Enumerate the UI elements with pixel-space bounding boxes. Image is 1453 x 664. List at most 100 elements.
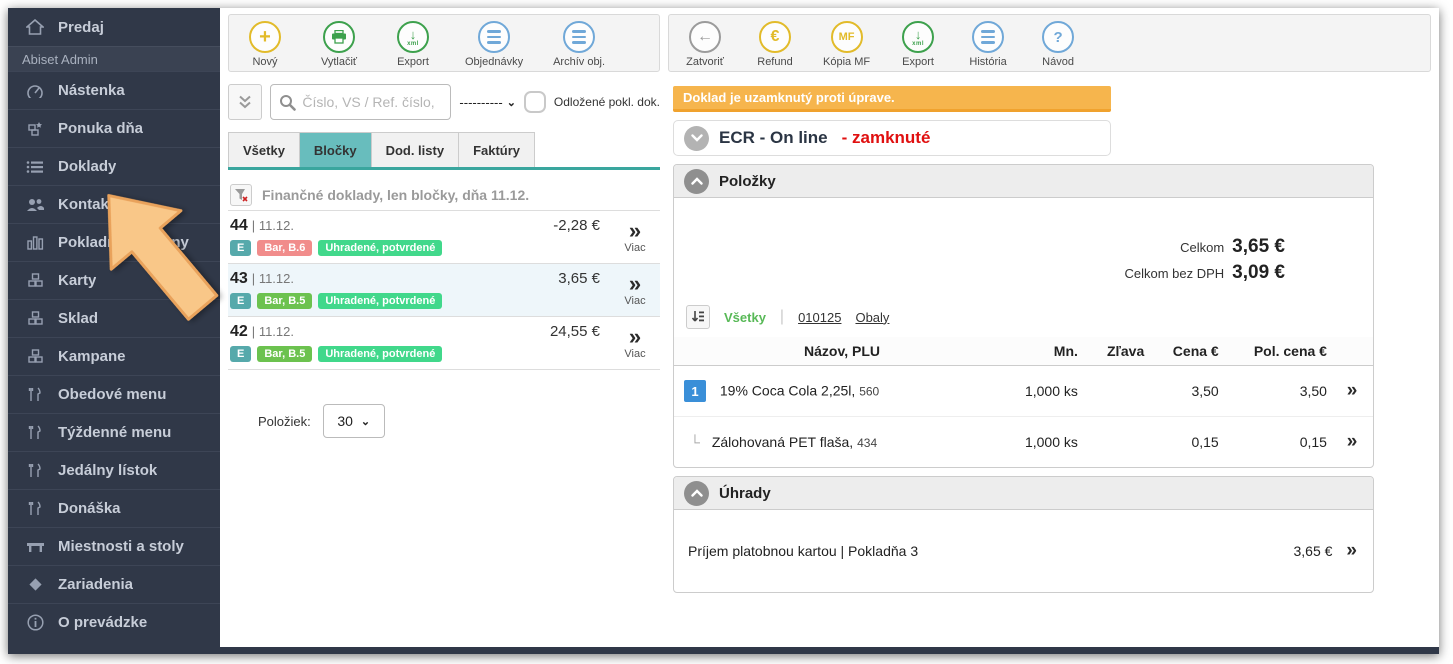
sort-button[interactable] bbox=[686, 305, 710, 329]
sidebar-item-pokladna-a-smeny[interactable]: Pokladňa a smeny bbox=[8, 223, 220, 261]
sidebar-item-label: Zariadenia bbox=[58, 576, 133, 593]
blocks-icon bbox=[22, 273, 48, 288]
document-row[interactable]: 42 | 11.12. 24,55 € E Bar, B.5 Uhradené,… bbox=[228, 316, 660, 370]
payment-detail-button[interactable]: » bbox=[1346, 540, 1357, 562]
item-plu: 434 bbox=[857, 436, 877, 450]
export-detail-button[interactable]: ↓xml Export bbox=[896, 21, 940, 68]
more-button[interactable]: » Viac bbox=[614, 323, 656, 362]
sidebar-item-o-prevadzke[interactable]: O prevádzke bbox=[8, 603, 220, 641]
tab-dod-listy[interactable]: Dod. listy bbox=[371, 132, 459, 167]
document-detail-panel: Doklad je uzamknutý proti úprave. ECR - … bbox=[673, 86, 1431, 593]
search-input[interactable] bbox=[302, 94, 442, 110]
tab-blocky[interactable]: Bločky bbox=[299, 132, 371, 167]
sidebar-item-zariadenia[interactable]: Zariadenia bbox=[8, 565, 220, 603]
collapse-toggle-button[interactable] bbox=[684, 481, 709, 506]
bar-chart-icon bbox=[22, 236, 48, 250]
cutlery-icon bbox=[22, 463, 48, 478]
payment-status-badge: Uhradené, potvrdené bbox=[318, 346, 442, 362]
euro-icon: € bbox=[759, 21, 791, 53]
sidebar-item-label: Donáška bbox=[58, 500, 121, 517]
collapse-toggle-button[interactable] bbox=[684, 169, 709, 194]
item-discount bbox=[1082, 417, 1148, 468]
copy-mf-button[interactable]: MF Kópia MF bbox=[823, 21, 870, 68]
history-button[interactable]: História bbox=[966, 21, 1010, 68]
sidebar-item-label: Miestnosti a stoly bbox=[58, 538, 184, 555]
clear-filter-button[interactable] bbox=[230, 184, 252, 206]
link-all-items[interactable]: Všetky bbox=[724, 310, 766, 325]
payment-amount: 3,65 € bbox=[1293, 543, 1332, 559]
refund-button[interactable]: € Refund bbox=[753, 21, 797, 68]
col-header-qty: Mn. bbox=[982, 337, 1082, 366]
collapse-toggle-button[interactable] bbox=[684, 126, 709, 151]
search-box bbox=[270, 84, 451, 120]
item-detail-button[interactable]: » bbox=[1347, 431, 1358, 452]
page-size-select[interactable]: 30 ⌄ bbox=[323, 404, 385, 438]
doc-number: 43 bbox=[230, 270, 248, 288]
sidebar-item-ponuka-dna[interactable]: Ponuka dňa bbox=[8, 109, 220, 147]
sidebar-item-tyzdenne-menu[interactable]: Týždenné menu bbox=[8, 413, 220, 451]
help-button[interactable]: ? Návod bbox=[1036, 21, 1080, 68]
doc-date: | 11.12. bbox=[252, 218, 294, 233]
deferred-docs-checkbox[interactable] bbox=[524, 91, 546, 113]
sidebar-item-label: O prevádzke bbox=[58, 614, 147, 631]
sidebar-item-doklady[interactable]: Doklady bbox=[8, 147, 220, 185]
more-button[interactable]: » Viac bbox=[614, 270, 656, 309]
sidebar-item-nastenka[interactable]: Nástenka bbox=[8, 71, 220, 109]
tab-faktury[interactable]: Faktúry bbox=[458, 132, 535, 167]
question-icon: ? bbox=[1042, 21, 1074, 53]
chevron-down-icon: ⌄ bbox=[361, 415, 370, 428]
document-row[interactable]: 44 | 11.12. -2,28 € E Bar, B.6 Uhradené,… bbox=[228, 210, 660, 263]
tab-vsetky[interactable]: Všetky bbox=[228, 132, 299, 167]
sidebar-item-sklad[interactable]: Sklad bbox=[8, 299, 220, 337]
payments-section-header: Úhrady bbox=[674, 477, 1373, 510]
payment-status-badge: Uhradené, potvrdené bbox=[318, 293, 442, 309]
location-badge: Bar, B.6 bbox=[257, 240, 312, 256]
sidebar-item-donaska[interactable]: Donáška bbox=[8, 489, 220, 527]
double-chevron-right-icon: » bbox=[629, 326, 641, 348]
sidebar-item-kontakty[interactable]: Kontakty bbox=[8, 185, 220, 223]
app-window: Predaj Abiset Admin Nástenka Ponuka dňa … bbox=[8, 8, 1439, 654]
payment-method: Príjem platobnou kartou | Pokladňa 3 bbox=[688, 543, 918, 559]
link-packaging[interactable]: Obaly bbox=[855, 310, 889, 325]
payments-section: Úhrady Príjem platobnou kartou | Pokladň… bbox=[673, 476, 1374, 593]
total-novat-label: Celkom bez DPH bbox=[1124, 265, 1224, 283]
item-line-total: 3,50 bbox=[1223, 366, 1331, 417]
cutlery-icon bbox=[22, 425, 48, 440]
sidebar-item-miestnosti-a-stoly[interactable]: Miestnosti a stoly bbox=[8, 527, 220, 565]
close-button[interactable]: ← Zatvoriť bbox=[683, 21, 727, 68]
sidebar-item-label: Nástenka bbox=[58, 82, 125, 99]
document-row-selected[interactable]: 43 | 11.12. 3,65 € E Bar, B.5 Uhradené, … bbox=[228, 263, 660, 316]
main-area: + Nový Vytlačiť ↓xml Export Objednávky bbox=[220, 8, 1439, 647]
item-detail-button[interactable]: » bbox=[1347, 380, 1358, 401]
home-icon bbox=[22, 19, 48, 35]
expand-filters-button[interactable] bbox=[228, 84, 262, 120]
sidebar-item-kampane[interactable]: Kampane bbox=[8, 337, 220, 375]
plus-icon: + bbox=[249, 21, 281, 53]
filter-info-text: Finančné doklady, len bločky, dňa 11.12. bbox=[262, 187, 529, 203]
new-button[interactable]: + Nový bbox=[243, 21, 287, 68]
sidebar-item-karty[interactable]: Karty bbox=[8, 261, 220, 299]
orders-button[interactable]: Objednávky bbox=[465, 21, 523, 68]
orders-archive-button[interactable]: Archív obj. bbox=[553, 21, 605, 68]
page-size-value: 30 bbox=[337, 413, 353, 429]
filter-dropdown[interactable]: ---------- ⌄ bbox=[459, 95, 516, 110]
blocks-icon bbox=[22, 311, 48, 326]
button-label: Návod bbox=[1042, 56, 1074, 68]
daily-offer-icon bbox=[22, 121, 48, 137]
button-label: Archív obj. bbox=[553, 56, 605, 68]
payment-row[interactable]: Príjem platobnou kartou | Pokladňa 3 3,6… bbox=[674, 510, 1373, 592]
print-button[interactable]: Vytlačiť bbox=[317, 21, 361, 68]
dashboard-icon bbox=[22, 84, 48, 98]
sidebar-item-jedalny-listok[interactable]: Jedálny lístok bbox=[8, 451, 220, 489]
button-label: Objednávky bbox=[465, 56, 523, 68]
doc-amount: -2,28 € bbox=[553, 217, 614, 234]
more-button[interactable]: » Viac bbox=[614, 217, 656, 256]
more-label: Viac bbox=[624, 242, 645, 254]
sidebar-item-obedove-menu[interactable]: Obedové menu bbox=[8, 375, 220, 413]
item-row-sub[interactable]: └ Zálohovaná PET flaša, 434 1,000 ks 0,1… bbox=[674, 417, 1373, 468]
sidebar-item-predaj[interactable]: Predaj bbox=[8, 8, 220, 46]
export-button[interactable]: ↓xml Export bbox=[391, 21, 435, 68]
documents-list-icon bbox=[22, 160, 48, 174]
item-row[interactable]: 1 19% Coca Cola 2,25l, 560 1,000 ks 3,50… bbox=[674, 366, 1373, 417]
link-document-number[interactable]: 010125 bbox=[798, 310, 841, 325]
